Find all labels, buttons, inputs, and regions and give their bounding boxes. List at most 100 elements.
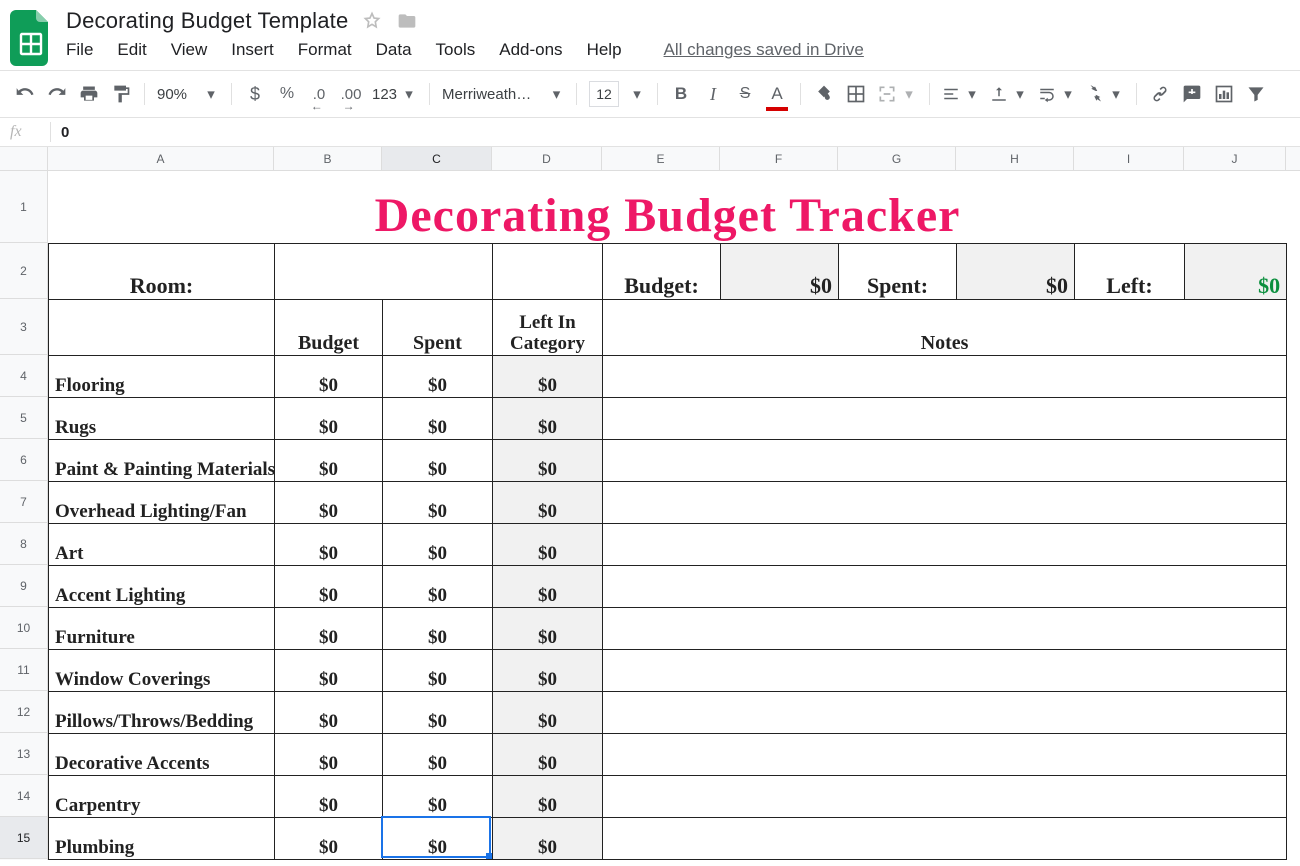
spent-label[interactable]: Spent:	[839, 243, 957, 299]
print-icon[interactable]	[74, 79, 104, 109]
category-cell[interactable]: Art	[49, 523, 275, 565]
row-header-1[interactable]: 1	[0, 171, 47, 243]
notes-cell[interactable]	[603, 775, 1287, 817]
row-header-12[interactable]: 12	[0, 691, 47, 733]
spent-cell[interactable]: $0	[383, 775, 493, 817]
insert-chart-button[interactable]	[1209, 79, 1239, 109]
notes-cell[interactable]	[603, 355, 1287, 397]
budget-cell[interactable]: $0	[275, 397, 383, 439]
budget-cell[interactable]: $0	[275, 733, 383, 775]
budget-cell[interactable]: $0	[275, 523, 383, 565]
budget-cell[interactable]: $0	[275, 355, 383, 397]
strikethrough-button[interactable]: S	[730, 79, 760, 109]
decrease-decimal-button[interactable]: .0←	[304, 79, 334, 109]
formula-value[interactable]: 0	[61, 124, 69, 141]
left-cell[interactable]: $0	[493, 691, 603, 733]
col-spent-header[interactable]: Spent	[383, 299, 493, 355]
horizontal-align-button[interactable]: ▾	[938, 85, 984, 103]
menu-help[interactable]: Help	[587, 40, 622, 60]
row-header-3[interactable]: 3	[0, 299, 47, 355]
blank-cell[interactable]	[493, 243, 603, 299]
spent-cell[interactable]: $0	[383, 523, 493, 565]
category-cell[interactable]: Pillows/Throws/Bedding	[49, 691, 275, 733]
merge-cells-button[interactable]: ▾	[873, 84, 921, 104]
row-header-9[interactable]: 9	[0, 565, 47, 607]
column-header-H[interactable]: H	[956, 147, 1074, 170]
spent-cell[interactable]: $0	[383, 649, 493, 691]
filter-button[interactable]	[1241, 79, 1271, 109]
column-header-E[interactable]: E	[602, 147, 720, 170]
col-notes-header[interactable]: Notes	[603, 299, 1287, 355]
notes-cell[interactable]	[603, 565, 1287, 607]
notes-cell[interactable]	[603, 397, 1287, 439]
category-cell[interactable]: Overhead Lighting/Fan	[49, 481, 275, 523]
spent-cell[interactable]: $0	[383, 691, 493, 733]
save-status[interactable]: All changes saved in Drive	[664, 40, 864, 60]
cells-area[interactable]: Decorating Budget TrackerRoom:Budget:$0S…	[48, 171, 1300, 860]
budget-cell[interactable]: $0	[275, 691, 383, 733]
italic-button[interactable]: I	[698, 79, 728, 109]
notes-cell[interactable]	[603, 733, 1287, 775]
redo-icon[interactable]	[42, 79, 72, 109]
column-header-C[interactable]: C	[382, 147, 492, 170]
row-header-4[interactable]: 4	[0, 355, 47, 397]
paint-format-icon[interactable]	[106, 79, 136, 109]
left-label[interactable]: Left:	[1075, 243, 1185, 299]
left-cell[interactable]: $0	[493, 565, 603, 607]
row-header-11[interactable]: 11	[0, 649, 47, 691]
zoom-select[interactable]: 90% ▾	[153, 85, 223, 103]
left-cell[interactable]: $0	[493, 481, 603, 523]
category-cell[interactable]: Furniture	[49, 607, 275, 649]
row-header-6[interactable]: 6	[0, 439, 47, 481]
fill-color-button[interactable]	[809, 79, 839, 109]
menu-format[interactable]: Format	[298, 40, 352, 60]
menu-file[interactable]: File	[66, 40, 93, 60]
spent-cell[interactable]: $0	[383, 355, 493, 397]
budget-cell[interactable]: $0	[275, 607, 383, 649]
row-header-14[interactable]: 14	[0, 775, 47, 817]
notes-cell[interactable]	[603, 817, 1287, 859]
category-cell[interactable]: Rugs	[49, 397, 275, 439]
menu-addons[interactable]: Add-ons	[499, 40, 562, 60]
text-wrap-button[interactable]: ▾	[1034, 85, 1080, 103]
category-cell[interactable]: Plumbing	[49, 817, 275, 859]
spent-cell[interactable]: $0	[383, 733, 493, 775]
notes-cell[interactable]	[603, 649, 1287, 691]
notes-cell[interactable]	[603, 691, 1287, 733]
spent-cell[interactable]: $0	[383, 817, 493, 859]
budget-cell[interactable]: $0	[275, 481, 383, 523]
undo-icon[interactable]	[10, 79, 40, 109]
menu-data[interactable]: Data	[376, 40, 412, 60]
increase-decimal-button[interactable]: .00→	[336, 79, 366, 109]
category-cell[interactable]: Window Coverings	[49, 649, 275, 691]
category-cell[interactable]: Paint & Painting Materials	[49, 439, 275, 481]
notes-cell[interactable]	[603, 481, 1287, 523]
notes-cell[interactable]	[603, 439, 1287, 481]
budget-cell[interactable]: $0	[275, 817, 383, 859]
col-left-header[interactable]: Left In Category	[493, 299, 603, 355]
notes-cell[interactable]	[603, 523, 1287, 565]
folder-move-icon[interactable]	[396, 11, 418, 31]
left-cell[interactable]: $0	[493, 649, 603, 691]
left-cell[interactable]: $0	[493, 775, 603, 817]
row-header-2[interactable]: 2	[0, 243, 47, 299]
bold-button[interactable]: B	[666, 79, 696, 109]
number-format-select[interactable]: 123▾	[368, 85, 421, 103]
budget-cell[interactable]: $0	[275, 565, 383, 607]
budget-cell[interactable]: $0	[275, 775, 383, 817]
budget-total[interactable]: $0	[721, 243, 839, 299]
spent-cell[interactable]: $0	[383, 565, 493, 607]
doc-title[interactable]: Decorating Budget Template	[66, 8, 348, 34]
category-cell[interactable]: Flooring	[49, 355, 275, 397]
budget-cell[interactable]: $0	[275, 439, 383, 481]
category-cell[interactable]: Accent Lighting	[49, 565, 275, 607]
left-cell[interactable]: $0	[493, 355, 603, 397]
spent-cell[interactable]: $0	[383, 439, 493, 481]
row-header-13[interactable]: 13	[0, 733, 47, 775]
column-header-D[interactable]: D	[492, 147, 602, 170]
menu-insert[interactable]: Insert	[231, 40, 274, 60]
insert-comment-button[interactable]	[1177, 79, 1207, 109]
left-cell[interactable]: $0	[493, 523, 603, 565]
column-header-B[interactable]: B	[274, 147, 382, 170]
format-percent-button[interactable]: %	[272, 79, 302, 109]
